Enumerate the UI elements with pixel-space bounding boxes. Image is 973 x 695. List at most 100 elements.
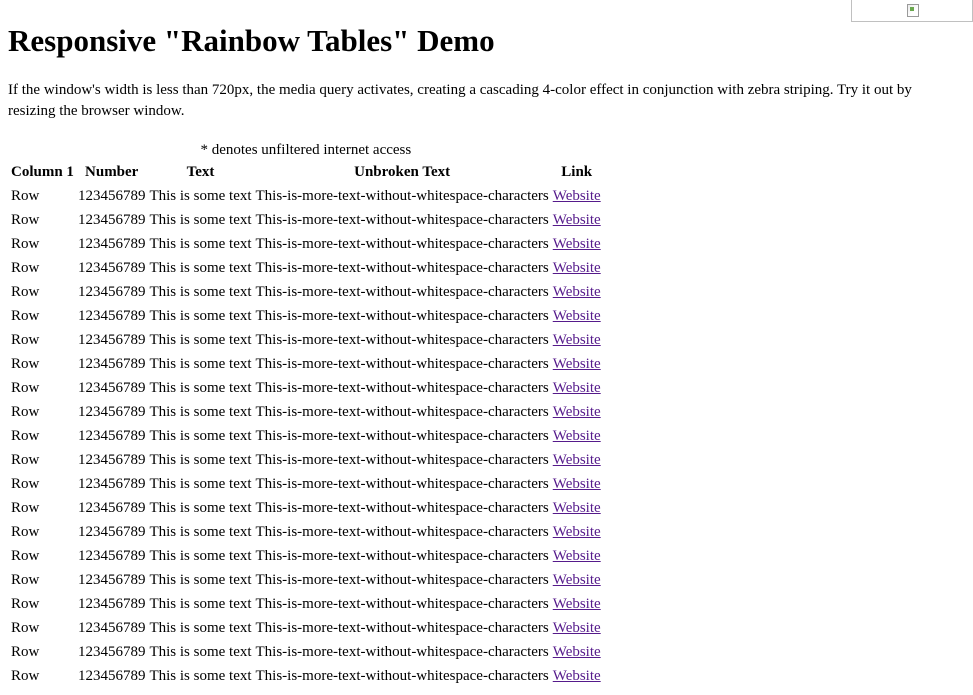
cell-unbroken-text: This-is-more-text-without-whitespace-cha… <box>255 236 549 252</box>
table-row: Row 123456789 This is some text This-is-mor… <box>10 184 602 208</box>
table-row: Row 123456789 This is some text This-is-mor… <box>10 448 602 472</box>
cell-unbroken-text: This-is-more-text-without-whitespace-cha… <box>255 284 549 300</box>
table-row: Row 123456789 This is some text This-is-mor… <box>10 592 602 616</box>
table-row: Row 123456789 This is some text This-is-mor… <box>10 544 602 568</box>
table-body: Row 123456789 This is some text This-is-mor… <box>10 184 602 688</box>
cell-column-1: Row <box>11 260 40 276</box>
cell-number: 123456789 <box>77 212 146 228</box>
cell-link: Website <box>552 424 602 448</box>
website-link[interactable]: Website <box>553 668 601 684</box>
cell-text: This is some text <box>149 644 252 660</box>
website-link[interactable]: Website <box>553 452 601 468</box>
cell-text: This is some text <box>149 404 252 420</box>
cell-column-1: Row <box>11 332 40 348</box>
cell-link: Website <box>552 376 602 400</box>
website-link[interactable]: Website <box>553 188 601 204</box>
cell-unbroken-text: This-is-more-text-without-whitespace-cha… <box>255 476 549 492</box>
website-link[interactable]: Website <box>553 308 601 324</box>
cell-link: Website <box>552 304 602 328</box>
cell-link: Website <box>552 352 602 376</box>
table-row: Row 123456789 This is some text This-is-mor… <box>10 376 602 400</box>
table-row: Row 123456789 This is some text This-is-mor… <box>10 280 602 304</box>
website-link[interactable]: Website <box>553 260 601 276</box>
cell-column-1: Row <box>11 668 40 684</box>
cell-text: This is some text <box>149 500 252 516</box>
cell-unbroken-text: This-is-more-text-without-whitespace-cha… <box>255 380 549 396</box>
website-link[interactable]: Website <box>553 620 601 636</box>
cell-link: Website <box>552 208 602 232</box>
cell-text: This is some text <box>149 236 252 252</box>
website-link[interactable]: Website <box>553 524 601 540</box>
cell-link: Website <box>552 400 602 424</box>
table-row: Row 123456789 This is some text This-is-mor… <box>10 568 602 592</box>
website-link[interactable]: Website <box>553 428 601 444</box>
table-row: Row 123456789 This is some text This-is-mor… <box>10 664 602 688</box>
website-link[interactable]: Website <box>553 644 601 660</box>
website-link[interactable]: Website <box>553 332 601 348</box>
cell-unbroken-text: This-is-more-text-without-whitespace-cha… <box>255 500 549 516</box>
cell-column-1: Row <box>11 596 40 612</box>
cell-number: 123456789 <box>77 188 146 204</box>
cell-column-1: Row <box>11 380 40 396</box>
table-row: Row 123456789 This is some text This-is-mor… <box>10 256 602 280</box>
website-link[interactable]: Website <box>553 356 601 372</box>
cell-link: Website <box>552 592 602 616</box>
website-link[interactable]: Website <box>553 236 601 252</box>
cell-number: 123456789 <box>77 524 146 540</box>
cell-number: 123456789 <box>77 284 146 300</box>
cell-text: This is some text <box>149 356 252 372</box>
cell-number: 123456789 <box>77 356 146 372</box>
cell-unbroken-text: This-is-more-text-without-whitespace-cha… <box>255 404 549 420</box>
cell-column-1: Row <box>11 500 40 516</box>
cell-text: This is some text <box>149 428 252 444</box>
cell-column-1: Row <box>11 236 40 252</box>
cell-text: This is some text <box>149 524 252 540</box>
cell-link: Website <box>552 328 602 352</box>
cell-number: 123456789 <box>77 260 146 276</box>
cell-number: 123456789 <box>77 404 146 420</box>
cell-unbroken-text: This-is-more-text-without-whitespace-cha… <box>255 428 549 444</box>
cell-unbroken-text: This-is-more-text-without-whitespace-cha… <box>255 308 549 324</box>
table-row: Row 123456789 This is some text This-is-mor… <box>10 616 602 640</box>
cell-unbroken-text: This-is-more-text-without-whitespace-cha… <box>255 644 549 660</box>
cell-text: This is some text <box>149 260 252 276</box>
cell-unbroken-text: This-is-more-text-without-whitespace-cha… <box>255 452 549 468</box>
column-header-link: Link <box>561 164 593 180</box>
broken-image <box>851 0 973 22</box>
website-link[interactable]: Website <box>553 284 601 300</box>
cell-unbroken-text: This-is-more-text-without-whitespace-cha… <box>255 548 549 564</box>
table-row: Row 123456789 This is some text This-is-mor… <box>10 520 602 544</box>
cell-number: 123456789 <box>77 572 146 588</box>
cell-text: This is some text <box>149 476 252 492</box>
table-row: Row 123456789 This is some text This-is-mor… <box>10 232 602 256</box>
cell-text: This is some text <box>149 596 252 612</box>
website-link[interactable]: Website <box>553 500 601 516</box>
cell-number: 123456789 <box>77 380 146 396</box>
website-link[interactable]: Website <box>553 548 601 564</box>
broken-image-icon <box>907 4 919 17</box>
table-row: Row 123456789 This is some text This-is-mor… <box>10 400 602 424</box>
website-link[interactable]: Website <box>553 212 601 228</box>
cell-link: Website <box>552 184 602 208</box>
website-link[interactable]: Website <box>553 596 601 612</box>
cell-number: 123456789 <box>77 620 146 636</box>
cell-number: 123456789 <box>77 452 146 468</box>
website-link[interactable]: Website <box>553 380 601 396</box>
cell-number: 123456789 <box>77 332 146 348</box>
cell-number: 123456789 <box>77 596 146 612</box>
cell-unbroken-text: This-is-more-text-without-whitespace-cha… <box>255 188 549 204</box>
cell-column-1: Row <box>11 452 40 468</box>
cell-number: 123456789 <box>77 308 146 324</box>
table-row: Row 123456789 This is some text This-is-mor… <box>10 424 602 448</box>
cell-unbroken-text: This-is-more-text-without-whitespace-cha… <box>255 260 549 276</box>
intro-paragraph: If the window's width is less than 720px… <box>8 82 912 119</box>
website-link[interactable]: Website <box>553 476 601 492</box>
website-link[interactable]: Website <box>553 404 601 420</box>
cell-number: 123456789 <box>77 500 146 516</box>
cell-text: This is some text <box>149 548 252 564</box>
table-row: Row 123456789 This is some text This-is-mor… <box>10 352 602 376</box>
cell-column-1: Row <box>11 644 40 660</box>
cell-link: Website <box>552 496 602 520</box>
table-row: Row 123456789 This is some text This-is-mor… <box>10 496 602 520</box>
website-link[interactable]: Website <box>553 572 601 588</box>
